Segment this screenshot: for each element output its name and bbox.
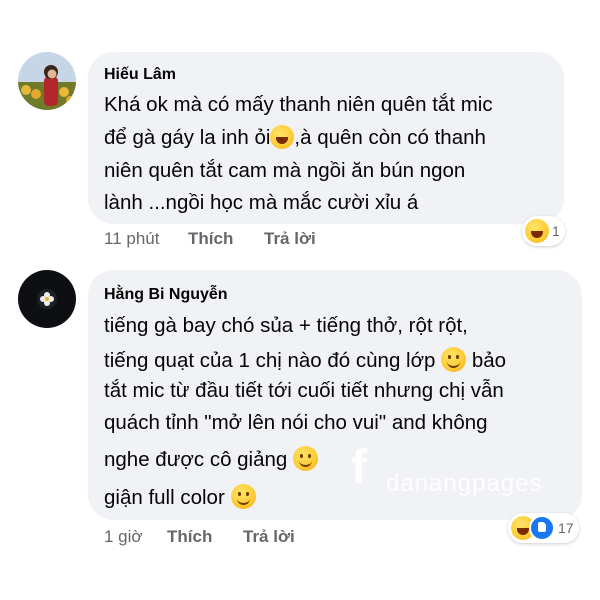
comment-text-line: tiếng gà bay chó sủa + tiếng thở, rột rộ… xyxy=(104,314,468,337)
reply-button[interactable]: Trả lời xyxy=(243,527,295,547)
comment-author[interactable]: Hằng Bi Nguyễn xyxy=(104,286,228,304)
watermark: danangpages xyxy=(386,470,543,497)
watermark-logo-icon: f xyxy=(351,441,367,494)
laughing-tears-emoji xyxy=(270,125,295,149)
comment-text-line: để gà gáy la inh ỏi ,à quên còn có thanh xyxy=(104,125,486,149)
comment-author[interactable]: Hiếu Lâm xyxy=(104,66,176,84)
reaction-summary[interactable]: 1 xyxy=(522,216,565,246)
smile-emoji xyxy=(230,484,256,509)
comment-text-line: giận full color xyxy=(104,484,256,510)
avatar[interactable] xyxy=(18,52,76,110)
comment-text-line: quách tỉnh "mở lên nói cho vui" and khôn… xyxy=(104,411,488,434)
comment-text-line: Khá ok mà có mấy thanh niên quên tắt mic xyxy=(104,93,493,116)
reaction-summary[interactable]: 17 xyxy=(508,513,579,543)
like-reaction-icon xyxy=(529,515,555,541)
reaction-count: 17 xyxy=(558,520,574,536)
haha-reaction-icon xyxy=(525,219,549,243)
comment-text-line: niên quên tắt cam mà ngồi ăn bún ngon xyxy=(104,159,466,182)
like-button[interactable]: Thích xyxy=(167,527,212,547)
like-button[interactable]: Thích xyxy=(188,229,233,249)
smile-emoji xyxy=(293,446,319,471)
comment-text-line: tắt mic từ đầu tiết tới cuối tiết nhưng … xyxy=(104,379,504,402)
comment-timestamp[interactable]: 11 phút xyxy=(104,229,159,249)
reaction-count: 1 xyxy=(552,223,560,239)
comment-timestamp[interactable]: 1 giờ xyxy=(104,527,143,547)
comment-text-line: tiếng quạt của 1 chị nào đó cùng lớp bảo xyxy=(104,347,507,372)
reply-button[interactable]: Trả lời xyxy=(264,229,316,249)
comment-text-line: nghe được cô giảng xyxy=(104,446,319,472)
comment-text-line: lành ...ngồi học mà mắc cười xỉu á xyxy=(104,191,419,214)
smile-emoji xyxy=(441,347,467,372)
avatar[interactable] xyxy=(18,270,76,328)
